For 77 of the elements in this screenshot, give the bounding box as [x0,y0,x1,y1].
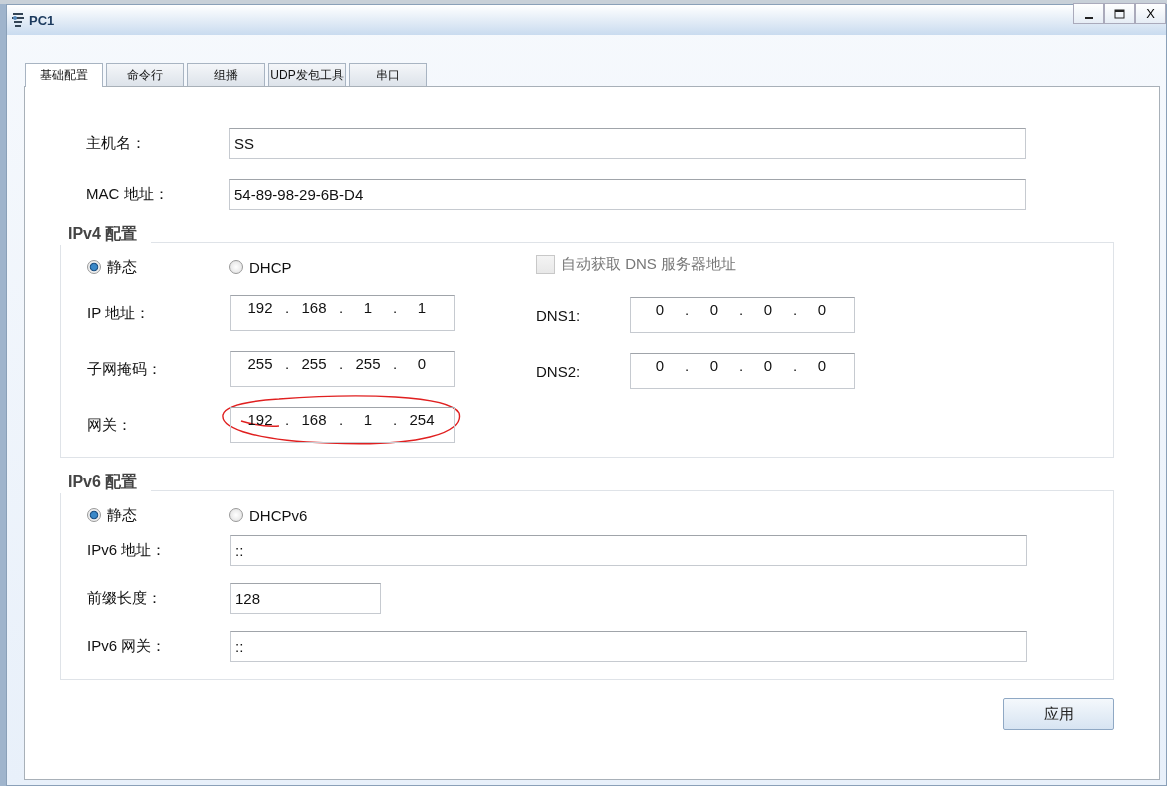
field-label: DNS2: [536,362,582,380]
octet-text: 0 [654,301,666,318]
input-field[interactable]: :: [230,535,1027,566]
checkbox-label: 自动获取 DNS 服务器地址 [561,254,736,274]
ip-address-field[interactable]: 192 . 168 . 1 . 254 [230,407,455,443]
radio-label: DHCPv6 [249,506,308,524]
octet-text: 1 [416,299,428,316]
field-label: IPv6 网关： [86,637,168,656]
dot-separator: . [283,411,291,428]
window-title: PC1 [29,12,55,28]
input-field[interactable]: SS [229,128,1026,159]
radio-label: DHCP [249,258,292,276]
dot-separator: . [737,301,745,318]
octet-text: 0 [816,301,828,318]
tab[interactable]: 串口 [349,63,427,86]
octet-text: 0 [816,357,828,374]
octet-text: 192 [246,299,274,316]
octet-text: 0 [762,301,774,318]
octet-text: 1 [362,411,374,428]
dot-separator: . [337,355,345,372]
ip-address-field[interactable]: 255 . 255 . 255 . 0 [230,351,455,387]
ip-address-field[interactable]: 0 . 0 . 0 . 0 [630,297,855,333]
field-label: DNS1: [536,306,582,324]
tab[interactable]: 组播 [187,63,265,86]
octet-text: 192 [246,411,274,428]
dot-separator: . [283,355,291,372]
octet-text: 255 [354,355,382,372]
close-button[interactable]: X [1135,3,1166,24]
octet-text: 168 [300,411,328,428]
octet-text: 254 [408,411,436,428]
input-field[interactable]: 54-89-98-29-6B-D4 [229,179,1026,210]
field-label: MAC 地址： [85,185,170,204]
ip-address-field[interactable]: 192 . 168 . 1 . 1 [230,295,455,331]
field-label: 子网掩码： [86,359,163,379]
octet-text: 255 [246,355,274,372]
radio-button[interactable] [229,260,243,274]
tab[interactable]: 基础配置 [25,63,103,87]
field-label: 网关： [86,415,133,435]
radio-label: 静态 [107,257,137,277]
field-label: IPv6 地址： [86,541,168,560]
minimize-button[interactable] [1073,3,1104,24]
dot-separator: . [391,355,399,372]
dot-separator: . [337,299,345,316]
octet-text: 0 [654,357,666,374]
maximize-icon [1114,8,1125,19]
network-icon [11,12,25,28]
dot-separator: . [391,299,399,316]
octet-text: 0 [762,357,774,374]
octet-text: 255 [300,355,328,372]
apply-button[interactable]: 应用 [1003,698,1114,730]
tab[interactable]: 命令行 [106,63,184,86]
field-label: 前缀长度： [86,589,163,608]
octet-text: 0 [416,355,428,372]
input-field[interactable]: 128 [230,583,381,614]
input-field[interactable]: :: [230,631,1027,662]
dot-separator: . [737,357,745,374]
octet-text: 0 [708,357,720,374]
dot-separator: . [337,411,345,428]
tab[interactable]: UDP发包工具 [268,63,346,86]
octet-text: 1 [362,299,374,316]
minimize-icon [1084,16,1093,19]
maximize-button[interactable] [1104,3,1135,24]
dot-separator: . [283,299,291,316]
dot-separator: . [391,411,399,428]
octet-text: 168 [300,299,328,316]
radio-button[interactable] [87,508,101,522]
radio-button[interactable] [229,508,243,522]
octet-text: 0 [708,301,720,318]
ip-address-field[interactable]: 0 . 0 . 0 . 0 [630,353,855,389]
dot-separator: . [791,357,799,374]
dot-separator: . [683,357,691,374]
radio-label: 静态 [107,505,137,525]
field-label: IP 地址： [86,303,152,323]
radio-button[interactable] [87,260,101,274]
dot-separator: . [683,301,691,318]
field-label: 主机名： [85,134,147,153]
dot-separator: . [791,301,799,318]
